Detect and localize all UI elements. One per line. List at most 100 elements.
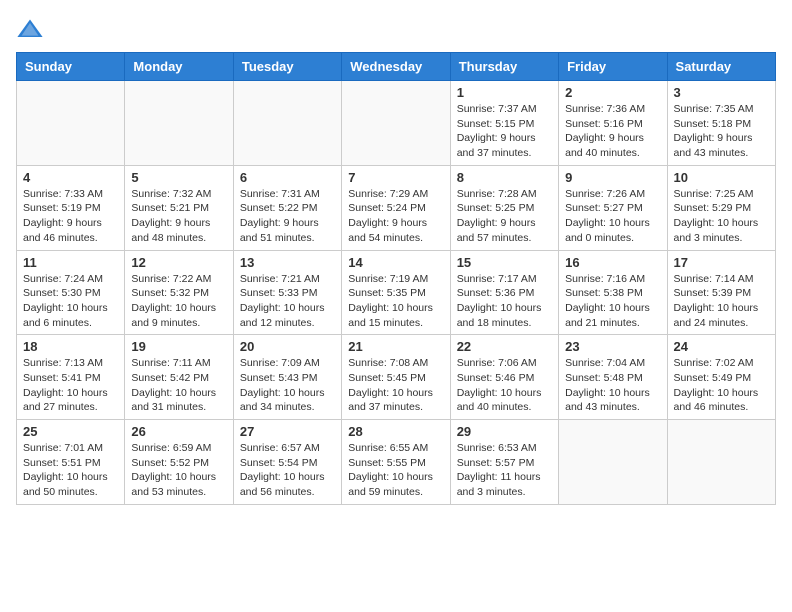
calendar-header-row: SundayMondayTuesdayWednesdayThursdayFrid… bbox=[17, 53, 776, 81]
calendar-cell: 14Sunrise: 7:19 AMSunset: 5:35 PMDayligh… bbox=[342, 250, 450, 335]
calendar-cell: 16Sunrise: 7:16 AMSunset: 5:38 PMDayligh… bbox=[559, 250, 667, 335]
cell-day-number: 3 bbox=[674, 85, 769, 100]
day-header-saturday: Saturday bbox=[667, 53, 775, 81]
cell-day-number: 22 bbox=[457, 339, 552, 354]
cell-info: Sunrise: 7:19 AMSunset: 5:35 PMDaylight:… bbox=[348, 272, 443, 331]
calendar-cell: 17 Sunrise: 7:14 AMSunset: 5:39 PMDayligh… bbox=[667, 250, 775, 335]
cell-day-number: 10 bbox=[674, 170, 769, 185]
calendar-cell: 27 Sunrise: 6:57 AMSunset: 5:54 PMDayligh… bbox=[233, 420, 341, 505]
calendar-cell: 11 Sunrise: 7:24 AMSunset: 5:30 PMDayligh… bbox=[17, 250, 125, 335]
cell-day-number: 20 bbox=[240, 339, 335, 354]
calendar-cell bbox=[667, 420, 775, 505]
cell-day-number: 11 bbox=[23, 255, 118, 270]
calendar-cell: 20 Sunrise: 7:09 AMSunset: 5:43 PMDayligh… bbox=[233, 335, 341, 420]
calendar-cell: 25 Sunrise: 7:01 AMSunset: 5:51 PMDayligh… bbox=[17, 420, 125, 505]
cell-info: Sunrise: 7:13 AMSunset: 5:41 PMDaylight:… bbox=[23, 356, 118, 415]
cell-info: Sunrise: 7:25 AMSunset: 5:29 PMDaylight:… bbox=[674, 187, 769, 246]
cell-info: Sunrise: 7:01 AMSunset: 5:51 PMDaylight:… bbox=[23, 441, 118, 500]
cell-day-number: 6 bbox=[240, 170, 335, 185]
cell-day-number: 18 bbox=[23, 339, 118, 354]
cell-info: Sunrise: 7:17 AMSunset: 5:36 PMDaylight:… bbox=[457, 272, 552, 331]
calendar-cell: 7 Sunrise: 7:29 AMSunset: 5:24 PMDaylight… bbox=[342, 165, 450, 250]
calendar-cell: 4 Sunrise: 7:33 AMSunset: 5:19 PMDaylight… bbox=[17, 165, 125, 250]
cell-info: Sunrise: 7:14 AMSunset: 5:39 PMDaylight:… bbox=[674, 272, 769, 331]
cell-info: Sunrise: 7:28 AMSunset: 5:25 PMDaylight:… bbox=[457, 187, 552, 246]
cell-day-number: 7 bbox=[348, 170, 443, 185]
calendar-cell: 23 Sunrise: 7:04 AMSunset: 5:48 PMDayligh… bbox=[559, 335, 667, 420]
day-header-sunday: Sunday bbox=[17, 53, 125, 81]
cell-info: Sunrise: 7:06 AMSunset: 5:46 PMDaylight:… bbox=[457, 356, 552, 415]
cell-day-number: 4 bbox=[23, 170, 118, 185]
day-header-wednesday: Wednesday bbox=[342, 53, 450, 81]
calendar-cell: 18 Sunrise: 7:13 AMSunset: 5:41 PMDayligh… bbox=[17, 335, 125, 420]
cell-info: Sunrise: 7:32 AMSunset: 5:21 PMDaylight:… bbox=[131, 187, 226, 246]
cell-day-number: 13 bbox=[240, 255, 335, 270]
cell-day-number: 28 bbox=[348, 424, 443, 439]
day-header-thursday: Thursday bbox=[450, 53, 558, 81]
page-header bbox=[16, 16, 776, 44]
cell-day-number: 12 bbox=[131, 255, 226, 270]
calendar-cell: 1 Sunrise: 7:37 AMSunset: 5:15 PMDaylight… bbox=[450, 81, 558, 166]
calendar-cell bbox=[342, 81, 450, 166]
cell-info: Sunrise: 7:22 AMSunset: 5:32 PMDaylight:… bbox=[131, 272, 226, 331]
cell-info: Sunrise: 7:11 AMSunset: 5:42 PMDaylight:… bbox=[131, 356, 226, 415]
cell-info: Sunrise: 7:37 AMSunset: 5:15 PMDaylight:… bbox=[457, 102, 552, 161]
calendar-cell: 5Sunrise: 7:32 AMSunset: 5:21 PMDaylight… bbox=[125, 165, 233, 250]
calendar-cell: 12 Sunrise: 7:22 AMSunset: 5:32 PMDayligh… bbox=[125, 250, 233, 335]
cell-day-number: 16 bbox=[565, 255, 660, 270]
calendar-cell bbox=[559, 420, 667, 505]
logo bbox=[16, 16, 48, 44]
calendar-week-1: 1 Sunrise: 7:37 AMSunset: 5:15 PMDaylight… bbox=[17, 81, 776, 166]
cell-info: Sunrise: 6:57 AMSunset: 5:54 PMDaylight:… bbox=[240, 441, 335, 500]
cell-info: Sunrise: 7:09 AMSunset: 5:43 PMDaylight:… bbox=[240, 356, 335, 415]
cell-day-number: 23 bbox=[565, 339, 660, 354]
cell-info: Sunrise: 7:33 AMSunset: 5:19 PMDaylight:… bbox=[23, 187, 118, 246]
calendar-cell bbox=[17, 81, 125, 166]
cell-day-number: 27 bbox=[240, 424, 335, 439]
cell-day-number: 2 bbox=[565, 85, 660, 100]
cell-info: Sunrise: 7:35 AMSunset: 5:18 PMDaylight:… bbox=[674, 102, 769, 161]
cell-info: Sunrise: 6:53 AMSunset: 5:57 PMDaylight:… bbox=[457, 441, 552, 500]
calendar-week-5: 25 Sunrise: 7:01 AMSunset: 5:51 PMDayligh… bbox=[17, 420, 776, 505]
calendar-cell: 21 Sunrise: 7:08 AMSunset: 5:45 PMDayligh… bbox=[342, 335, 450, 420]
calendar-cell: 22 Sunrise: 7:06 AMSunset: 5:46 PMDayligh… bbox=[450, 335, 558, 420]
cell-info: Sunrise: 7:21 AMSunset: 5:33 PMDaylight:… bbox=[240, 272, 335, 331]
calendar-cell: 26 Sunrise: 6:59 AMSunset: 5:52 PMDayligh… bbox=[125, 420, 233, 505]
calendar-cell bbox=[125, 81, 233, 166]
cell-info: Sunrise: 7:31 AMSunset: 5:22 PMDaylight:… bbox=[240, 187, 335, 246]
cell-day-number: 17 bbox=[674, 255, 769, 270]
cell-info: Sunrise: 7:08 AMSunset: 5:45 PMDaylight:… bbox=[348, 356, 443, 415]
cell-info: Sunrise: 6:59 AMSunset: 5:52 PMDaylight:… bbox=[131, 441, 226, 500]
cell-info: Sunrise: 6:55 AMSunset: 5:55 PMDaylight:… bbox=[348, 441, 443, 500]
day-header-tuesday: Tuesday bbox=[233, 53, 341, 81]
calendar-cell: 9Sunrise: 7:26 AMSunset: 5:27 PMDaylight… bbox=[559, 165, 667, 250]
cell-day-number: 15 bbox=[457, 255, 552, 270]
day-header-friday: Friday bbox=[559, 53, 667, 81]
calendar-table: SundayMondayTuesdayWednesdayThursdayFrid… bbox=[16, 52, 776, 505]
cell-info: Sunrise: 7:29 AMSunset: 5:24 PMDaylight:… bbox=[348, 187, 443, 246]
calendar-cell: 3 Sunrise: 7:35 AMSunset: 5:18 PMDaylight… bbox=[667, 81, 775, 166]
calendar-cell: 2 Sunrise: 7:36 AMSunset: 5:16 PMDaylight… bbox=[559, 81, 667, 166]
cell-day-number: 1 bbox=[457, 85, 552, 100]
cell-day-number: 29 bbox=[457, 424, 552, 439]
day-header-monday: Monday bbox=[125, 53, 233, 81]
calendar-week-3: 11 Sunrise: 7:24 AMSunset: 5:30 PMDayligh… bbox=[17, 250, 776, 335]
calendar-cell bbox=[233, 81, 341, 166]
calendar-week-2: 4 Sunrise: 7:33 AMSunset: 5:19 PMDaylight… bbox=[17, 165, 776, 250]
cell-info: Sunrise: 7:24 AMSunset: 5:30 PMDaylight:… bbox=[23, 272, 118, 331]
calendar-cell: 10 Sunrise: 7:25 AMSunset: 5:29 PMDayligh… bbox=[667, 165, 775, 250]
cell-day-number: 19 bbox=[131, 339, 226, 354]
cell-info: Sunrise: 7:04 AMSunset: 5:48 PMDaylight:… bbox=[565, 356, 660, 415]
cell-day-number: 26 bbox=[131, 424, 226, 439]
calendar-cell: 15 Sunrise: 7:17 AMSunset: 5:36 PMDayligh… bbox=[450, 250, 558, 335]
calendar-week-4: 18 Sunrise: 7:13 AMSunset: 5:41 PMDayligh… bbox=[17, 335, 776, 420]
cell-day-number: 25 bbox=[23, 424, 118, 439]
calendar-cell: 29 Sunrise: 6:53 AMSunset: 5:57 PMDayligh… bbox=[450, 420, 558, 505]
calendar-cell: 8Sunrise: 7:28 AMSunset: 5:25 PMDaylight… bbox=[450, 165, 558, 250]
calendar-cell: 24Sunrise: 7:02 AMSunset: 5:49 PMDayligh… bbox=[667, 335, 775, 420]
cell-info: Sunrise: 7:02 AMSunset: 5:49 PMDaylight:… bbox=[674, 356, 769, 415]
calendar-cell: 19 Sunrise: 7:11 AMSunset: 5:42 PMDayligh… bbox=[125, 335, 233, 420]
cell-day-number: 21 bbox=[348, 339, 443, 354]
cell-info: Sunrise: 7:36 AMSunset: 5:16 PMDaylight:… bbox=[565, 102, 660, 161]
calendar-cell: 6 Sunrise: 7:31 AMSunset: 5:22 PMDaylight… bbox=[233, 165, 341, 250]
